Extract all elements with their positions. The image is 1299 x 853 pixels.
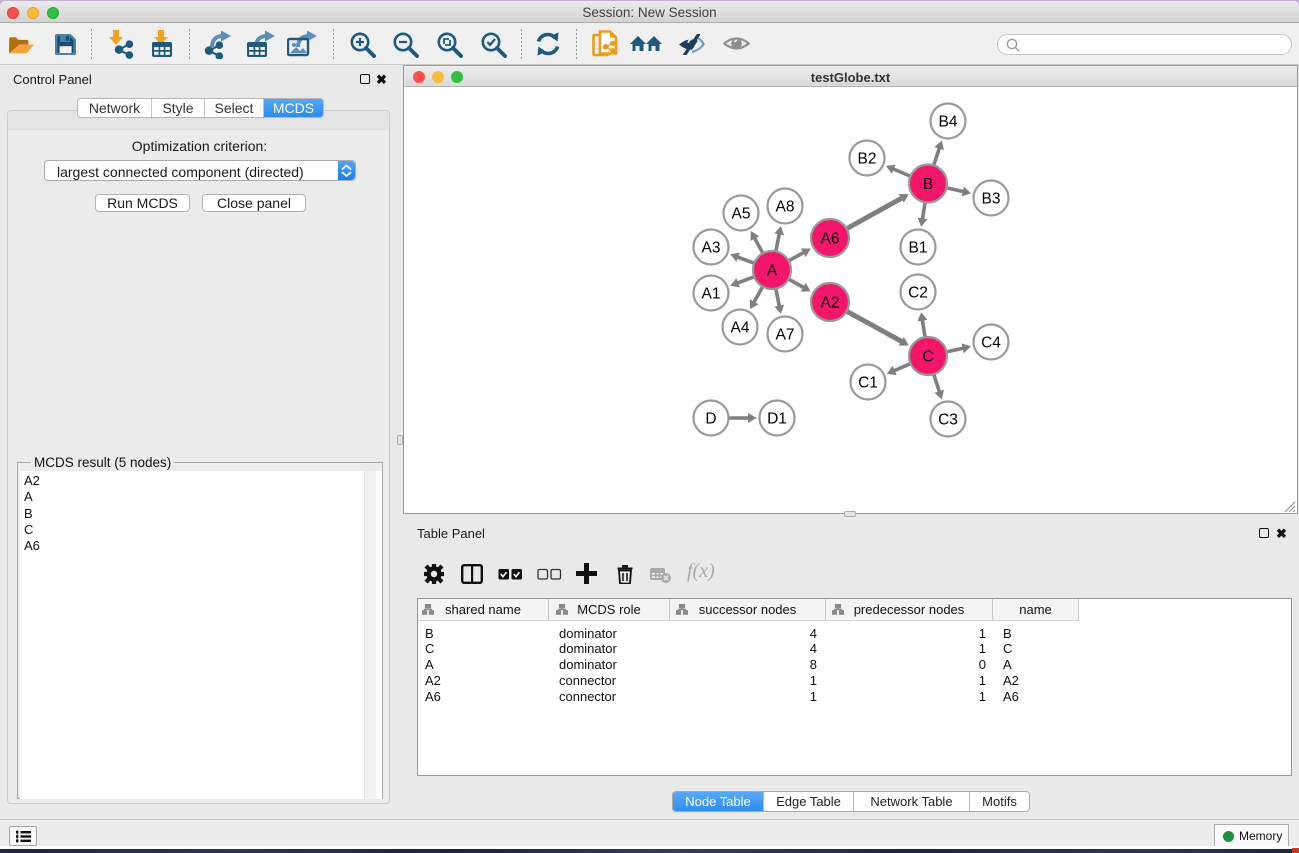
svg-text:A7: A7 [776,327,795,344]
svg-text:B4: B4 [939,114,958,131]
svg-text:C2: C2 [908,285,928,302]
svg-text:C: C [922,349,933,366]
svg-text:D1: D1 [767,411,787,428]
svg-text:C1: C1 [858,375,878,392]
svg-text:D: D [705,411,716,428]
svg-text:A1: A1 [702,286,721,303]
svg-text:A: A [767,263,778,280]
svg-text:A3: A3 [702,240,721,257]
svg-text:A2: A2 [821,295,840,312]
svg-text:B1: B1 [909,240,928,257]
svg-text:A5: A5 [732,206,751,223]
svg-text:C3: C3 [938,412,958,429]
svg-text:B2: B2 [858,151,877,168]
svg-text:B: B [923,176,933,193]
svg-text:C4: C4 [981,335,1001,352]
svg-text:B3: B3 [982,191,1001,208]
svg-text:A8: A8 [776,199,795,216]
svg-text:A6: A6 [821,231,840,248]
svg-text:A4: A4 [731,320,750,337]
